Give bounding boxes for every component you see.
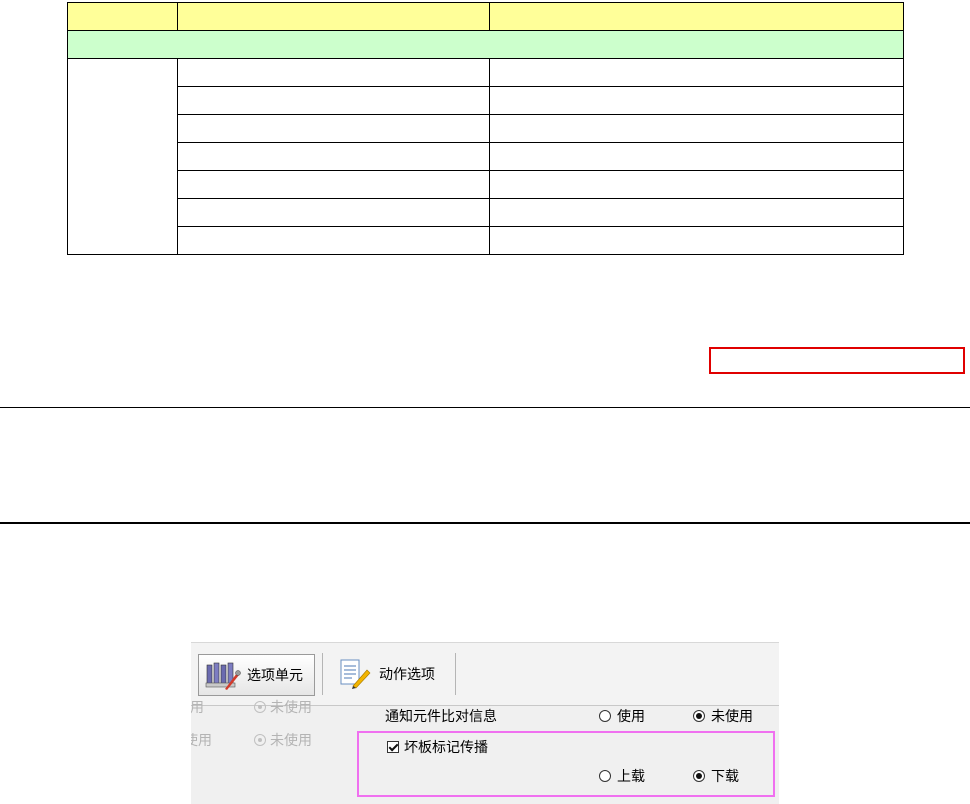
table-row [68, 142, 904, 171]
table-header-cell [67, 2, 178, 31]
faded-radio-label: 未使用 [270, 733, 312, 749]
horizontal-rule [0, 522, 970, 524]
toolbar-separator [455, 653, 456, 695]
radio-icon [599, 710, 611, 722]
upload-radio[interactable]: 上载 [599, 766, 645, 786]
spec-table [67, 2, 904, 255]
action-option-button[interactable]: 动作选项 [331, 654, 451, 694]
option-unit-button[interactable]: 选项单元 [198, 654, 315, 696]
radio-icon [254, 701, 266, 713]
radio-icon [599, 770, 611, 782]
table-section-cell [67, 30, 904, 59]
action-option-label: 动作选项 [379, 667, 435, 683]
notify-not-use-radio[interactable]: 未使用 [693, 706, 753, 726]
table-cell [177, 58, 490, 87]
faded-option-label: 使用 [191, 733, 212, 749]
radio-label: 下载 [711, 769, 739, 785]
radio-label: 使用 [617, 709, 645, 725]
table-cell [489, 114, 904, 143]
radio-icon [254, 734, 266, 746]
bad-mark-propagation-checkbox[interactable]: 坏板标记传播 [387, 737, 488, 757]
table-cell [177, 114, 490, 143]
table-header-cell [489, 2, 904, 31]
table-row [68, 114, 904, 143]
radio-selected-icon [693, 770, 705, 782]
faded-radio-label: 未使用 [270, 700, 312, 716]
table-row [68, 86, 904, 115]
table-row [68, 226, 904, 255]
table-header-cell [177, 2, 490, 31]
table-cell [489, 86, 904, 115]
download-radio[interactable]: 下载 [693, 766, 739, 786]
table-cell [177, 198, 490, 227]
notify-use-radio[interactable]: 使用 [599, 706, 645, 726]
radio-label: 上载 [617, 769, 645, 785]
table-row [67, 58, 904, 255]
radio-label: 未使用 [711, 709, 753, 725]
table-cell [177, 226, 490, 255]
table-cell [177, 86, 490, 115]
table-cell [489, 142, 904, 171]
red-highlight-box [709, 347, 965, 374]
table-row [68, 170, 904, 199]
table-cell [489, 58, 904, 87]
table-cell [177, 142, 490, 171]
options-screenshot: 选项单元 动作选项 用 未使用 使用 未使用 通知元件比对信息 [191, 642, 779, 804]
table-cell [489, 226, 904, 255]
table-row [68, 198, 904, 227]
faded-radio-not-use: 未使用 [254, 697, 312, 717]
table-header-row [67, 2, 904, 31]
table-cell [489, 170, 904, 199]
checkbox-label: 坏板标记传播 [404, 740, 488, 756]
checkbox-checked-icon [387, 741, 399, 753]
toolbar-separator [322, 653, 323, 695]
table-cell [489, 198, 904, 227]
table-section-row [67, 30, 904, 59]
faded-option-label: 用 [191, 700, 204, 716]
option-unit-label: 选项单元 [247, 668, 303, 684]
table-cell [177, 170, 490, 199]
notify-compare-label: 通知元件比对信息 [385, 709, 497, 725]
table-merged-cell [67, 58, 178, 255]
component-rack-icon [205, 659, 241, 691]
horizontal-rule [0, 407, 970, 408]
faded-radio-not-use: 未使用 [254, 730, 312, 750]
radio-selected-icon [693, 710, 705, 722]
document-edit-icon [337, 658, 373, 690]
